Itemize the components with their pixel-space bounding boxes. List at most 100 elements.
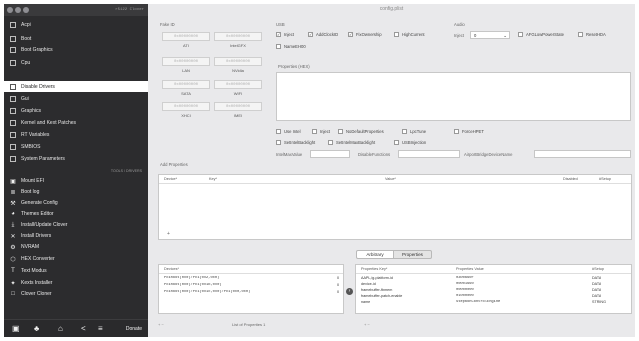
fake-id-nvidia-field[interactable]: 0x00000000 xyxy=(214,57,262,66)
add-properties-table[interactable]: Device* Key* Value* Disabled #Setup + xyxy=(158,174,632,240)
prop-type[interactable]: DATA xyxy=(592,288,601,292)
fake-id-lan-field[interactable]: 0x00000000 xyxy=(162,57,210,66)
tool-clover-cloner[interactable]: □ Clover Cloner xyxy=(4,289,148,299)
option-setintelbacklight-checkbox[interactable]: SetIntelBacklight xyxy=(276,140,315,145)
col-device[interactable]: Device* xyxy=(164,177,177,181)
sidebar-item-disable-drivers[interactable]: Disable Drivers xyxy=(4,81,148,92)
table-row[interactable]: PciRoot(0x0)/Pci(0x1b,0x0) xyxy=(164,283,334,287)
close-window-icon[interactable] xyxy=(7,7,13,13)
list-icon xyxy=(10,46,16,53)
option-setintelmaxbacklight-checkbox[interactable]: SetIntelMaxBacklight xyxy=(328,140,375,145)
usb-highcurrent-checkbox[interactable]: HighCurrent xyxy=(394,32,425,37)
paypal-icon[interactable]: ≡ xyxy=(98,324,103,333)
donate-button[interactable]: Donate xyxy=(126,326,142,332)
prop-key[interactable]: framebuffer-patch-enable xyxy=(361,294,451,298)
save-icon[interactable]: ▣ xyxy=(12,324,20,333)
usb-nameeh00-checkbox[interactable]: NameEH00 xyxy=(276,44,306,49)
prop-type[interactable]: STRING xyxy=(592,300,606,304)
tool-themes-editor[interactable]: ◕ Themes Editor xyxy=(4,209,148,219)
option-usbinjection-checkbox[interactable]: USBInjection xyxy=(394,140,426,145)
audio-afglowpower-checkbox[interactable]: AFGLowPowerState xyxy=(518,32,564,37)
col-devices[interactable]: Devices* xyxy=(164,267,179,271)
fake-id-xhci-field[interactable]: 0x00000000 xyxy=(162,102,210,111)
fake-id-wifi-field[interactable]: 0x00000000 xyxy=(214,80,262,89)
prop-value[interactable]: 01000000 xyxy=(456,294,586,298)
tool-text-modus[interactable]: T Text Modus xyxy=(4,266,148,276)
table-row[interactable]: PciRoot(0x0)/Pci(0x2,0x0) xyxy=(164,276,334,280)
col-value[interactable]: Value* xyxy=(385,177,396,181)
prop-value[interactable]: 00000000 xyxy=(456,288,586,292)
sidebar-item-gui[interactable]: Gui xyxy=(4,93,148,104)
tool-install-drivers[interactable]: ✕ Install Drivers xyxy=(4,231,148,241)
share-icon[interactable]: < xyxy=(81,324,86,333)
fake-id-intelgfx-field[interactable]: 0x00000000 xyxy=(214,32,262,41)
properties-hex-textarea[interactable] xyxy=(276,72,631,121)
col-disabled[interactable]: Disabled xyxy=(563,177,578,181)
footer-left-controls[interactable]: + − xyxy=(158,322,164,327)
sidebar-item-system-parameters[interactable]: System Parameters xyxy=(4,153,148,164)
col-key[interactable]: Key* xyxy=(209,177,217,181)
sidebar-item-graphics[interactable]: Graphics xyxy=(4,105,148,116)
prop-key[interactable]: name xyxy=(361,300,451,304)
tool-boot-log[interactable]: ≣ Boot log xyxy=(4,187,148,197)
col-setup[interactable]: #Setup xyxy=(599,177,611,181)
option-nodefaultproperties-checkbox[interactable]: NoDefaultProperties xyxy=(338,129,384,134)
prop-key[interactable]: AAPL,ig-platform-id xyxy=(361,276,451,280)
devices-table[interactable]: Devices* PciRoot(0x0)/Pci(0x2,0x0) 0 Pci… xyxy=(158,264,344,314)
prop-type[interactable]: DATA xyxy=(592,282,601,286)
prop-key[interactable]: framebuffer-fbmem xyxy=(361,288,451,292)
sidebar-item-label: Boot Graphics xyxy=(21,46,53,53)
col-properties-key[interactable]: Properties Key* xyxy=(361,267,387,271)
tool-generate-config[interactable]: ⚒ Generate Config xyxy=(4,198,148,208)
fake-id-imei-field[interactable]: 0x00000000 xyxy=(214,102,262,111)
option-forcehpet-checkbox[interactable]: ForceHPET xyxy=(454,129,484,134)
usb-fixownership-checkbox[interactable]: ✓ FixOwnership xyxy=(348,32,382,37)
minimize-window-icon[interactable] xyxy=(15,7,21,13)
sidebar-item-smbios[interactable]: SMBIOS xyxy=(4,141,148,152)
sidebar-item-acpi[interactable]: Acpi xyxy=(4,19,148,30)
checkbox-label: HighCurrent xyxy=(402,32,425,37)
zoom-window-icon[interactable] xyxy=(23,7,29,13)
tool-nvram[interactable]: ⚙ NVRAM xyxy=(4,242,148,252)
tab-arbitrary[interactable]: Arbitrary xyxy=(356,250,394,259)
tool-label: Boot log xyxy=(21,189,40,195)
sidebar-item-kernel-kext-patches[interactable]: Kernel and Kext Patches xyxy=(4,117,148,128)
audio-inject-label: Inject xyxy=(454,33,465,38)
col-setup[interactable]: #Setup xyxy=(592,267,604,271)
prop-type[interactable]: DATA xyxy=(592,276,601,280)
usb-addclockid-checkbox[interactable]: ✓ AddClockID xyxy=(308,32,338,37)
prop-value[interactable]: StepbonControlEngine xyxy=(456,300,586,304)
usb-inject-checkbox[interactable]: ✓ Inject xyxy=(276,32,294,37)
tool-install-update-clover[interactable]: ⤓ Install/Update Clover xyxy=(4,220,148,230)
tool-kexts-installer[interactable]: ✦ Kexts Installer xyxy=(4,278,148,288)
sidebar-item-boot-graphics[interactable]: Boot Graphics xyxy=(4,44,148,55)
prop-value[interactable]: 00001660 xyxy=(456,282,586,286)
tab-properties[interactable]: Properties xyxy=(394,250,432,259)
audio-resethda-checkbox[interactable]: ResetHDA xyxy=(578,32,606,37)
disable-functions-field[interactable] xyxy=(398,150,460,158)
tool-mount-efi[interactable]: ▣ Mount EFI xyxy=(4,176,148,186)
audio-inject-select[interactable]: 0 ⌄ xyxy=(470,31,510,39)
fake-id-ati-field[interactable]: 0x00000000 xyxy=(162,32,210,41)
clover-icon[interactable]: ♣ xyxy=(34,324,39,333)
option-use-intel-checkbox[interactable]: Use Intel xyxy=(276,129,301,134)
table-row[interactable]: PciRoot(0x0)/Pci(0x1c,0x0)/Pci(0x0,0x0) xyxy=(164,290,334,294)
intel-max-value-field[interactable] xyxy=(310,150,350,158)
fake-id-sata-field[interactable]: 0x00000000 xyxy=(162,80,210,89)
sidebar-item-rt-variables[interactable]: RT Variables xyxy=(4,129,148,140)
sidebar-item-boot[interactable]: Boot xyxy=(4,33,148,44)
arrow-right-icon[interactable]: › xyxy=(346,288,353,295)
option-inject-checkbox[interactable]: Inject xyxy=(312,129,330,134)
properties-table[interactable]: Properties Key* Properties Value #Setup … xyxy=(355,264,632,314)
tool-hex-converter[interactable]: ⬡ HEX Converter xyxy=(4,254,148,264)
option-lpctune-checkbox[interactable]: LpcTune xyxy=(402,129,426,134)
prop-type[interactable]: DATA xyxy=(592,294,601,298)
airport-bridge-field[interactable] xyxy=(534,150,631,158)
prop-value[interactable]: 0300660F xyxy=(456,276,586,280)
home-icon[interactable]: ⌂ xyxy=(58,324,63,333)
add-row-icon[interactable]: + xyxy=(167,231,170,237)
sidebar-item-cpu[interactable]: Cpu xyxy=(4,57,148,68)
prop-key[interactable]: device-id xyxy=(361,282,451,286)
col-properties-value[interactable]: Properties Value xyxy=(456,267,484,271)
footer-right-controls[interactable]: + − xyxy=(364,322,370,327)
